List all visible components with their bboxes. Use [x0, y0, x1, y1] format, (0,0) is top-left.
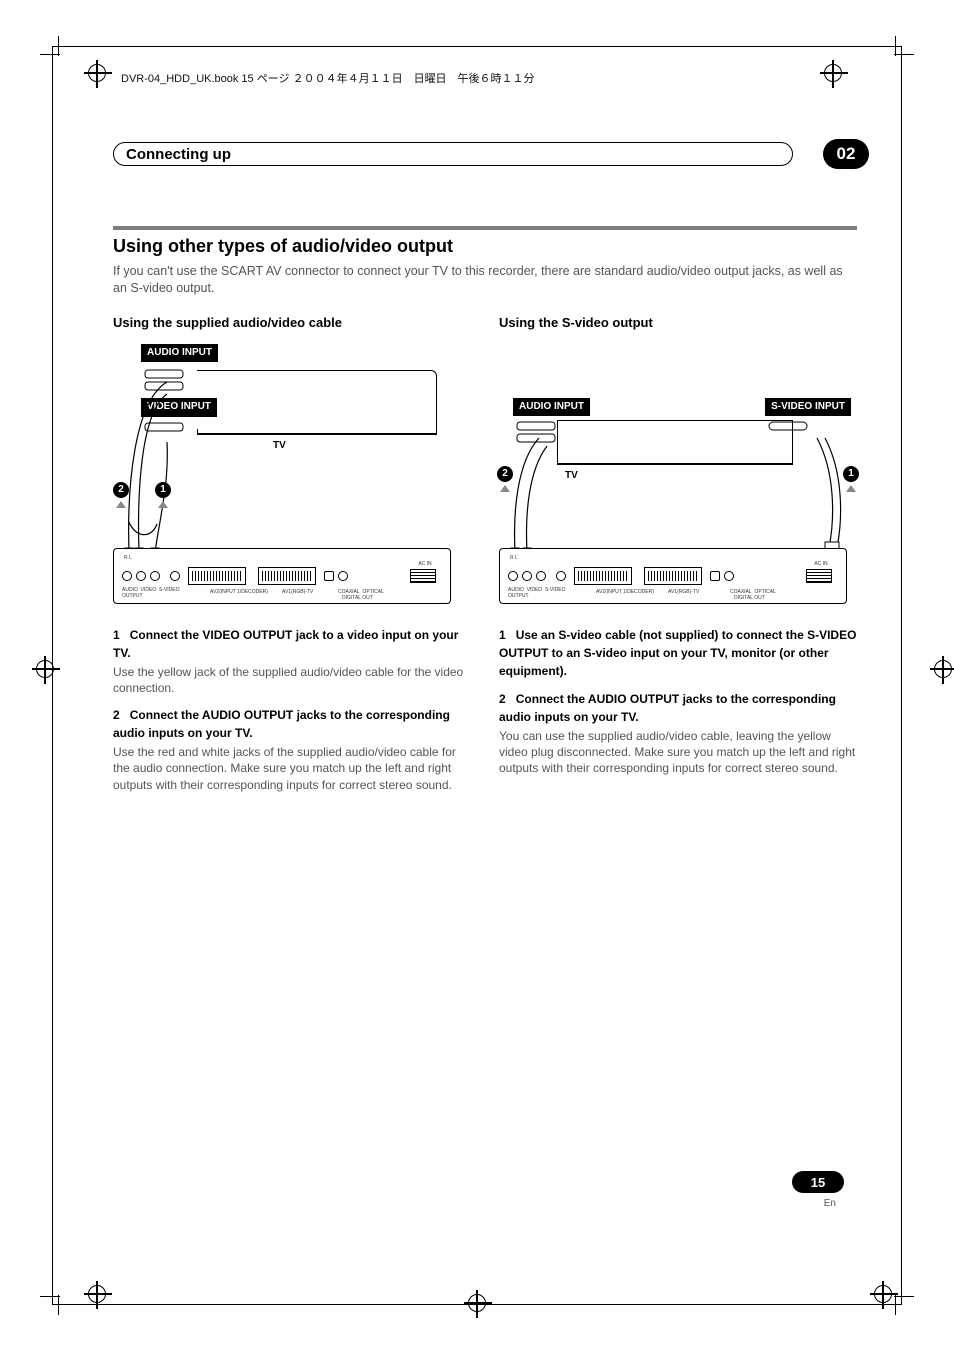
chapter-title: Connecting up [126, 146, 231, 163]
av2-label: AV2(INPUT 1/DECODER) [210, 589, 268, 595]
left-subheading: Using the supplied audio/video cable [113, 315, 471, 330]
right-diagram: AUDIO INPUT S-VIDEO INPUT [499, 342, 857, 602]
page-language: En [824, 1198, 836, 1209]
av2-label-r: AV2(INPUT 1/DECODER) [596, 589, 654, 595]
output-sub: OUTPUT [122, 593, 143, 599]
right-column: Using the S-video output AUDIO INPUT S-V… [499, 315, 857, 803]
acin-label: AC IN [410, 561, 440, 567]
rl-label: R L [124, 555, 132, 561]
left-step-2: 2 Connect the AUDIO OUTPUT jacks to the … [113, 706, 471, 793]
right-subheading: Using the S-video output [499, 315, 857, 330]
rear-panel: AC IN R L AUDIO VIDEO S-VIDEO OUTPUT AV2… [113, 548, 451, 604]
left-diagram: AUDIO INPUT VIDEO INPUT TV [113, 342, 471, 602]
section-intro: If you can't use the SCART AV connector … [113, 263, 857, 297]
av1-label: AV1(RGB)-TV [282, 589, 313, 595]
callout-1-icon: 1 [843, 466, 859, 482]
rl-label-r: R L [510, 555, 518, 561]
acin-label-r: AC IN [806, 561, 836, 567]
output-sub-r: OUTPUT [508, 593, 529, 599]
left-step-1: 1 Connect the VIDEO OUTPUT jack to a vid… [113, 626, 471, 696]
arrow-up-icon [116, 501, 126, 508]
section-rule [113, 226, 857, 230]
chapter-number-badge: 02 [823, 139, 869, 169]
right-step-1: 1 Use an S-video cable (not supplied) to… [499, 626, 857, 680]
arrow-up-icon [158, 501, 168, 508]
rear-panel-r: AC IN R L AUDIO VIDEO S-VIDEO OUTPUT AV2… [499, 548, 847, 604]
left-column: Using the supplied audio/video cable AUD… [113, 315, 471, 803]
digout-sub-r: DIGITAL OUT [734, 595, 765, 601]
digout-sub: DIGITAL OUT [342, 595, 373, 601]
arrow-up-icon [846, 485, 856, 492]
page-number-badge: 15 [792, 1171, 844, 1193]
callout-2-icon: 2 [113, 482, 129, 498]
chapter-header: Connecting up 02 [113, 142, 857, 170]
arrow-up-icon [500, 485, 510, 492]
chapter-title-capsule: Connecting up [113, 142, 793, 166]
callout-2-icon: 2 [497, 466, 513, 482]
callout-1-icon: 1 [155, 482, 171, 498]
book-header-line: DVR-04_HDD_UK.book 15 ページ ２００４年４月１１日 日曜日… [121, 70, 535, 86]
section-heading: Using other types of audio/video output [113, 236, 857, 257]
av1-label-r: AV1(RGB)-TV [668, 589, 699, 595]
right-step-2: 2 Connect the AUDIO OUTPUT jacks to the … [499, 690, 857, 777]
